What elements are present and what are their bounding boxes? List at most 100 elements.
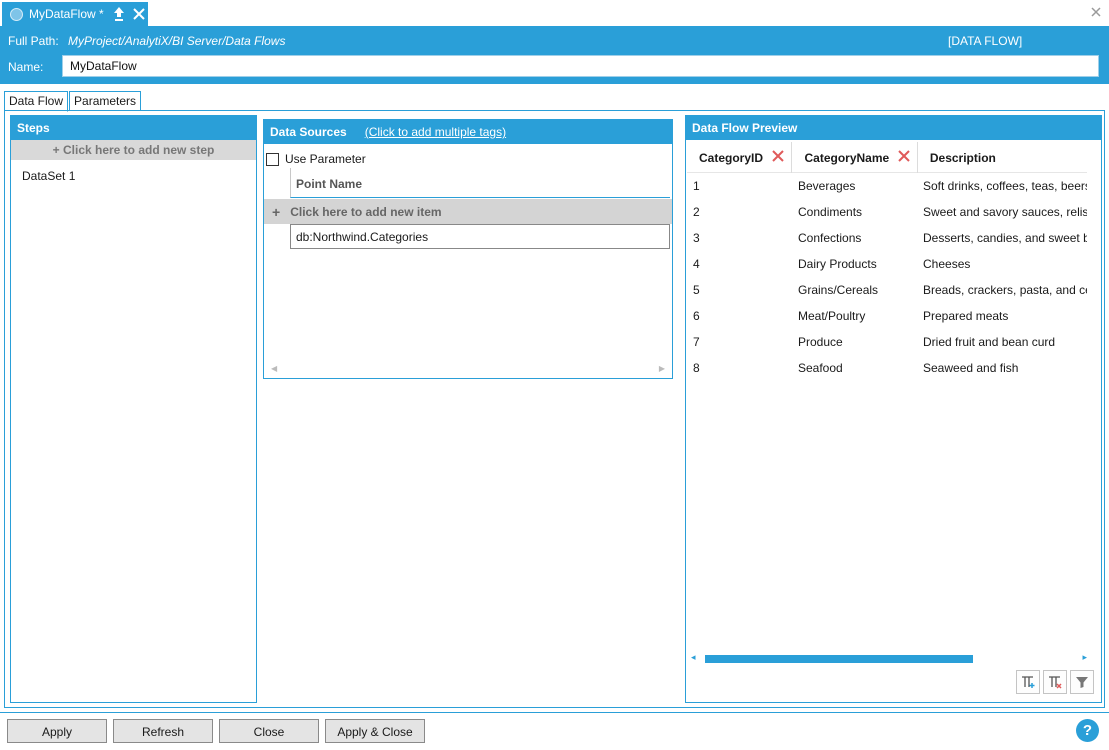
cell-category-name: Grains/Cereals: [798, 283, 879, 297]
app-icon: [10, 7, 23, 21]
scrollbar-thumb[interactable]: [705, 655, 973, 663]
cell-category-id: 8: [693, 361, 700, 375]
document-tab-title: MyDataFlow *: [29, 7, 104, 21]
add-multiple-tags-link[interactable]: (Click to add multiple tags): [365, 125, 506, 139]
cell-description: Soft drinks, coffees, teas, beers,: [923, 179, 1087, 193]
data-sources-panel: Data Sources (Click to add multiple tags…: [263, 119, 673, 379]
column-header-label: Description: [929, 150, 996, 165]
table-row[interactable]: 5 Grains/Cereals Breads, crackers, pasta…: [687, 277, 1087, 303]
step-index: 1: [68, 169, 76, 183]
preview-vertical-scrollbar[interactable]: [1090, 146, 1098, 646]
remove-column-icon[interactable]: [771, 149, 785, 163]
cell-category-id: 6: [693, 309, 700, 323]
data-sources-header: Data Sources (Click to add multiple tags…: [264, 120, 672, 144]
pin-icon[interactable]: [112, 6, 126, 22]
column-header-label: CategoryName: [804, 150, 890, 165]
filter-button[interactable]: [1070, 670, 1094, 694]
cell-description: Dried fruit and bean curd: [923, 335, 1056, 349]
cell-category-name: Confections: [798, 231, 862, 245]
remove-column-button[interactable]: [1043, 670, 1067, 694]
type-tag: [DATA FLOW]: [948, 34, 1023, 48]
scroll-right-arrow-icon[interactable]: ▸: [1082, 652, 1087, 663]
cell-category-name: Seafood: [798, 361, 843, 375]
cell-description: Cheeses: [923, 257, 971, 271]
page-tabs: Data Flow Parameters: [4, 91, 142, 112]
preview-grid-header: CategoryID CategoryName Description: [687, 142, 1087, 173]
full-path-value: MyProject/AnalytiX/BI Server/Data Flows: [68, 34, 286, 48]
cell-category-name: Condiments: [798, 205, 863, 219]
column-header-categoryid[interactable]: CategoryID: [687, 142, 793, 173]
add-item-button[interactable]: + Click here to add new item: [264, 199, 672, 224]
table-row[interactable]: 3 Confections Desserts, candies, and swe…: [687, 225, 1087, 251]
cell-category-name: Dairy Products: [798, 257, 877, 271]
header-band: Full Path: MyProject/AnalytiX/BI Server/…: [0, 26, 1109, 84]
table-row[interactable]: 7 Produce Dried fruit and bean curd: [687, 329, 1087, 355]
cell-category-id: 7: [693, 335, 700, 349]
step-item[interactable]: DataSet 1: [11, 160, 256, 183]
column-header-label: CategoryID: [699, 150, 764, 165]
remove-column-icon: [1049, 676, 1062, 689]
document-tab[interactable]: MyDataFlow *: [2, 2, 148, 26]
preview-horizontal-scrollbar[interactable]: ◂ ▸: [691, 652, 1087, 664]
name-label: Name:: [8, 60, 44, 74]
table-row[interactable]: 2 Condiments Sweet and savory sauces, re…: [687, 199, 1087, 225]
step-name: DataSet: [22, 169, 66, 183]
table-row[interactable]: 4 Dairy Products Cheeses: [687, 251, 1087, 277]
remove-column-icon[interactable]: [897, 149, 911, 163]
add-step-button[interactable]: + Click here to add new step: [11, 140, 256, 160]
name-input[interactable]: MyDataFlow: [62, 55, 1099, 77]
refresh-button[interactable]: Refresh: [113, 719, 213, 743]
tab-data-flow[interactable]: Data Flow: [4, 91, 69, 112]
document-tab-strip: MyDataFlow *: [0, 0, 1109, 26]
steps-panel: Steps + Click here to add new step DataS…: [10, 115, 257, 703]
cell-category-name: Meat/Poultry: [798, 309, 866, 323]
steps-title: Steps: [11, 116, 256, 140]
data-flow-preview-panel: Data Flow Preview CategoryID CategoryNam…: [685, 115, 1102, 703]
point-name-cell[interactable]: db:Northwind.Categories: [290, 224, 670, 249]
add-column-button[interactable]: [1016, 670, 1040, 694]
close-window-icon[interactable]: [1089, 5, 1103, 19]
cell-description: Prepared meats: [923, 309, 1009, 323]
close-tab-icon[interactable]: [132, 6, 146, 22]
column-header-categoryname[interactable]: CategoryName: [792, 142, 918, 173]
filter-icon: [1076, 677, 1088, 688]
use-parameter-label: Use Parameter: [285, 152, 366, 166]
cell-category-name: Beverages: [798, 179, 856, 193]
preview-title: Data Flow Preview: [686, 116, 1101, 140]
full-path: Full Path: MyProject/AnalytiX/BI Server/…: [8, 34, 285, 48]
add-item-label: Click here to add new item: [290, 204, 442, 219]
table-row[interactable]: 6 Meat/Poultry Prepared meats: [687, 303, 1087, 329]
cell-category-name: Produce: [798, 335, 843, 349]
cell-category-id: 5: [693, 283, 700, 297]
cell-category-id: 3: [693, 231, 700, 245]
full-path-label: Full Path:: [8, 34, 59, 48]
preview-toolbar: [1013, 670, 1094, 694]
help-icon[interactable]: ?: [1076, 719, 1099, 742]
cell-description: Desserts, candies, and sweet br: [923, 231, 1087, 245]
cell-category-id: 2: [693, 205, 700, 219]
close-button[interactable]: Close: [219, 719, 319, 743]
tab-parameters[interactable]: Parameters: [69, 91, 142, 111]
use-parameter-row[interactable]: Use Parameter: [264, 144, 672, 168]
apply-button[interactable]: Apply: [7, 719, 107, 743]
cell-description: Sweet and savory sauces, relish: [923, 205, 1087, 219]
scroll-left-arrow-icon[interactable]: ◀: [271, 364, 277, 373]
cell-description: Breads, crackers, pasta, and cer: [923, 283, 1087, 297]
scroll-right-arrow-icon[interactable]: ▶: [659, 364, 665, 373]
add-column-icon: [1022, 676, 1035, 688]
scroll-left-arrow-icon[interactable]: ◂: [691, 652, 696, 663]
point-name-column-header[interactable]: Point Name: [290, 168, 670, 198]
plus-icon: +: [272, 203, 281, 220]
footer-divider: [0, 712, 1109, 713]
data-sources-title: Data Sources: [270, 125, 347, 139]
cell-category-id: 4: [693, 257, 700, 271]
table-row[interactable]: 8 Seafood Seaweed and fish: [687, 355, 1087, 381]
sources-horizontal-scrollbar[interactable]: ◀ ▶: [264, 364, 672, 374]
table-row[interactable]: 1 Beverages Soft drinks, coffees, teas, …: [687, 173, 1087, 199]
preview-grid-body: 1 Beverages Soft drinks, coffees, teas, …: [687, 173, 1087, 393]
cell-description: Seaweed and fish: [923, 361, 1019, 375]
cell-category-id: 1: [693, 179, 700, 193]
column-header-description[interactable]: Description: [918, 142, 1087, 173]
use-parameter-checkbox[interactable]: [266, 152, 279, 166]
apply-close-button[interactable]: Apply & Close: [325, 719, 425, 743]
